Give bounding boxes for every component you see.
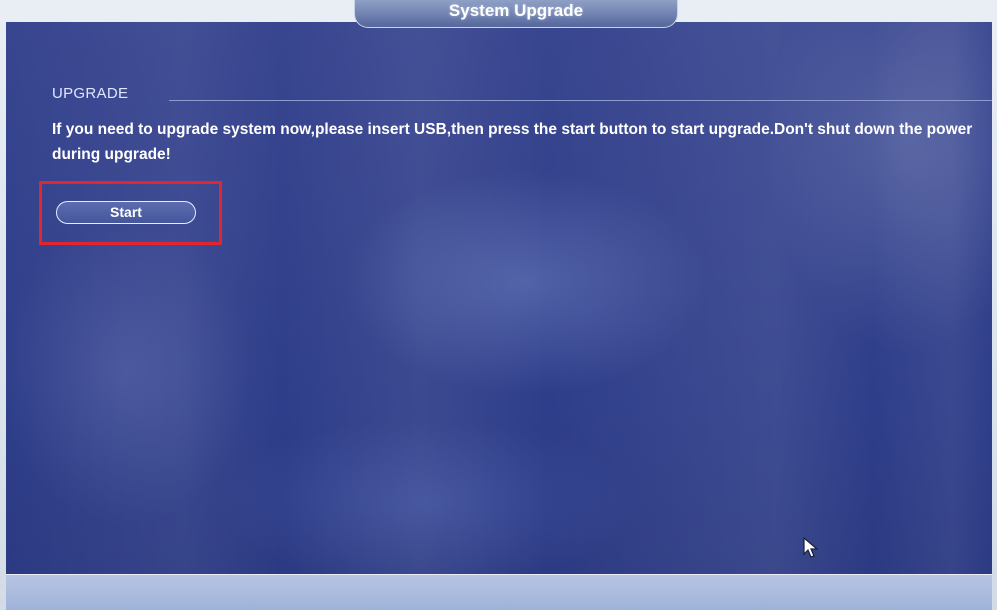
start-button[interactable]: Start: [56, 201, 196, 224]
upgrade-instructions: If you need to upgrade system now,please…: [52, 121, 973, 163]
mouse-pointer-icon: [803, 536, 819, 558]
screen-glare: [6, 22, 992, 574]
section-label-upgrade: UPGRADE: [52, 85, 129, 102]
window-title: System Upgrade: [354, 0, 678, 28]
section-divider: [169, 100, 992, 101]
bottom-bar: [6, 574, 992, 610]
upgrade-screen: UPGRADE If you need to upgrade system no…: [6, 22, 992, 574]
